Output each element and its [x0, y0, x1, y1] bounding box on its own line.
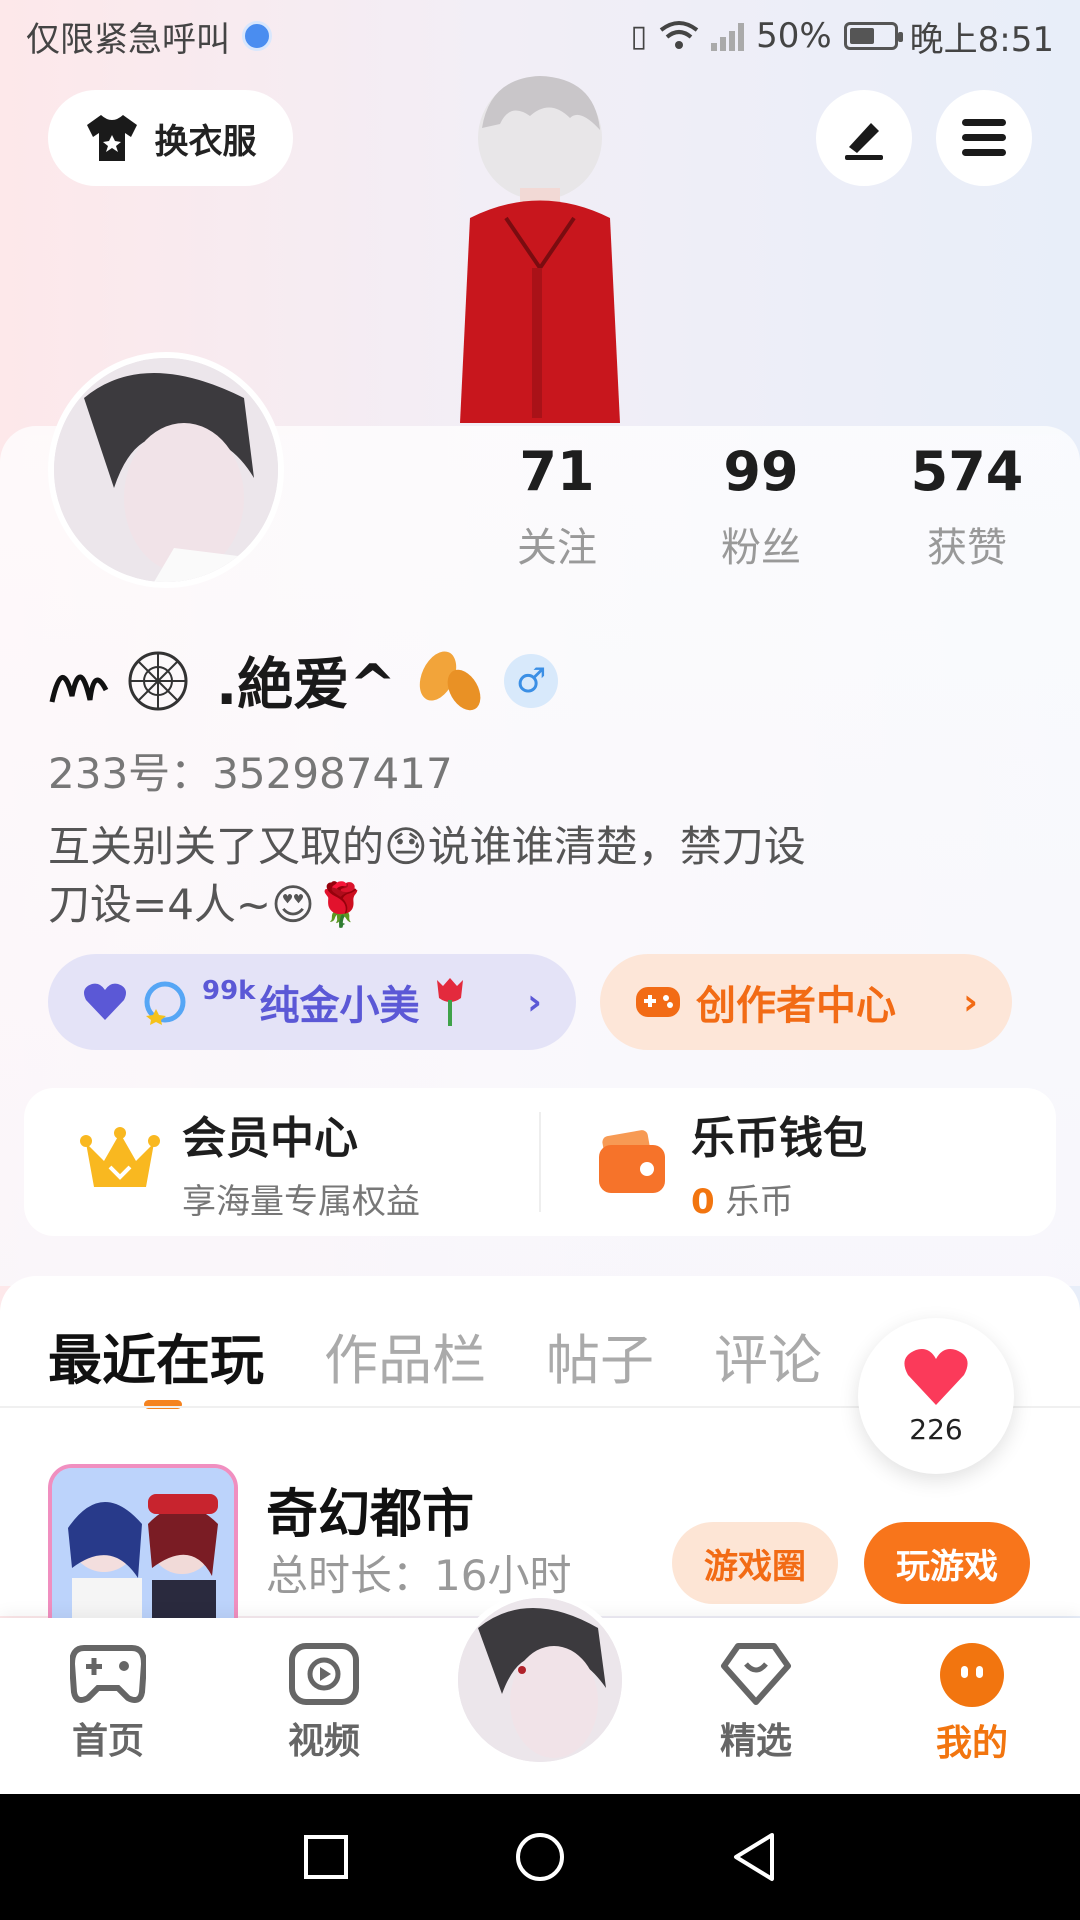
nav-video-label: 视频	[287, 1721, 360, 1762]
game-thumbnail	[48, 1464, 238, 1624]
avatar-image	[54, 358, 278, 582]
vip-wallet-card: 会员中心 享海量专属权益 乐币钱包 0 乐币	[24, 1088, 1056, 1236]
tab-works[interactable]: 作品栏	[324, 1316, 486, 1395]
following-label: 关注	[517, 525, 597, 571]
vip-center-card[interactable]: 会员中心 享海量专属权益	[24, 1088, 539, 1236]
wallet-amount: 0	[691, 1181, 715, 1222]
play-game-button[interactable]: 玩游戏	[864, 1522, 1030, 1604]
game-cover-image	[52, 1468, 234, 1620]
change-outfit-label: 换衣服	[154, 121, 257, 162]
network-globe-icon	[242, 21, 272, 51]
username-row: .絶爱^ ♂	[48, 640, 559, 721]
battery-level	[849, 28, 874, 44]
edit-profile-button[interactable]	[816, 90, 912, 186]
clock: 晚上8:51	[909, 19, 1054, 60]
tab-comments[interactable]: 评论	[714, 1316, 822, 1395]
stat-fans[interactable]: 99 粉丝	[676, 440, 846, 573]
wallet-title: 乐币钱包	[691, 1112, 867, 1164]
game-community-button[interactable]: 游戏圈	[672, 1522, 838, 1604]
like-count: 226	[909, 1412, 963, 1446]
face-icon	[940, 1643, 1004, 1707]
back-triangle-icon[interactable]	[730, 1831, 778, 1883]
vip-center-title: 会员中心	[182, 1112, 358, 1164]
vip-center-text: 会员中心 享海量专属权益	[182, 1102, 420, 1223]
tab-bar: 最近在玩 作品栏 帖子 评论	[48, 1316, 822, 1395]
crown-icon	[80, 1127, 160, 1187]
battery-percent: 50%	[756, 16, 832, 56]
nav-video[interactable]: 视频	[254, 1642, 394, 1764]
status-bar: 仅限紧急呼叫 ▯ 50% 晚上8:51	[0, 0, 1080, 72]
membership-label: 纯金小美	[259, 983, 420, 1029]
wallet-card[interactable]: 乐币钱包 0 乐币	[541, 1088, 1056, 1236]
fans-count: 99	[723, 440, 799, 503]
stat-following[interactable]: 71 关注	[472, 440, 642, 573]
chevron-right-icon: ›	[963, 981, 978, 1023]
gamepad-icon	[70, 1645, 146, 1703]
nav-mine-label: 我的	[935, 1723, 1008, 1764]
bio: 互关别关了又取的😓说谁谁清楚，禁刀设 刀设=4人~😍🌹	[48, 818, 948, 934]
likes-count: 574	[910, 440, 1024, 503]
pen-icon	[845, 123, 883, 160]
wifi-icon	[659, 21, 699, 49]
video-play-icon	[289, 1643, 359, 1705]
change-outfit-button[interactable]: 换衣服	[48, 90, 293, 186]
status-right: ▯ 50% 晚上8:51	[631, 12, 1054, 61]
recent-apps-icon[interactable]	[302, 1833, 350, 1881]
nav-mine[interactable]: 我的	[902, 1642, 1042, 1766]
heart-icon	[84, 983, 126, 1020]
shirt-icon	[86, 115, 137, 161]
avatar[interactable]	[48, 352, 284, 588]
tulip-icon	[437, 978, 464, 1026]
vip-center-subtitle: 享海量专属权益	[182, 1181, 420, 1222]
bio-line-2: 刀设=4人~😍🌹	[48, 880, 368, 929]
tab-recently-played[interactable]: 最近在玩	[48, 1316, 264, 1395]
wallet-unit: 乐币	[725, 1181, 794, 1222]
bio-line-1: 互关别关了又取的😓说谁谁清楚，禁刀设	[48, 822, 806, 871]
likes-label: 获赞	[927, 525, 1007, 571]
battery-icon	[843, 22, 903, 50]
following-count: 71	[519, 440, 595, 503]
status-left: 仅限紧急呼叫	[26, 12, 272, 61]
heart-icon	[904, 1348, 968, 1405]
home-circle-icon[interactable]	[514, 1831, 566, 1883]
membership-level: 99k	[202, 976, 256, 1006]
carrier-text: 仅限紧急呼叫	[26, 19, 230, 60]
hamburger-menu-icon	[962, 119, 1006, 156]
avatar-image	[458, 1598, 622, 1762]
center-avatar-button[interactable]	[452, 1592, 628, 1768]
nav-home-label: 首页	[71, 1721, 144, 1762]
chevron-right-icon: ›	[527, 981, 542, 1023]
user-id[interactable]: 233号：352987417	[48, 740, 453, 801]
tab-posts[interactable]: 帖子	[546, 1316, 654, 1395]
wallet-icon	[599, 1130, 665, 1193]
game-title: 奇幻都市	[266, 1485, 475, 1545]
fans-label: 粉丝	[721, 525, 801, 571]
gamepad-icon	[636, 987, 680, 1017]
menu-button[interactable]	[936, 90, 1032, 186]
stat-likes[interactable]: 574 获赞	[882, 440, 1052, 573]
signal-icon	[711, 21, 745, 51]
nav-featured[interactable]: 精选	[686, 1642, 826, 1764]
nav-home[interactable]: 首页	[38, 1642, 178, 1764]
like-badge[interactable]: 226	[858, 1318, 1014, 1474]
wallet-text: 乐币钱包 0 乐币	[691, 1102, 867, 1223]
wallet-balance: 0 乐币	[691, 1174, 867, 1223]
creator-center-pill[interactable]: 创作者中心 ›	[600, 954, 1012, 1050]
character-3d-model	[460, 76, 620, 423]
membership-pill[interactable]: 99k 纯金小美 ›	[48, 954, 576, 1050]
sparkle-icon	[144, 981, 186, 1025]
creator-center-label: 创作者中心	[696, 983, 896, 1029]
leaf-icon	[420, 650, 481, 710]
signature-logo-icon	[49, 651, 188, 710]
vibrate-icon: ▯	[630, 18, 648, 54]
username: .絶爱^	[216, 653, 397, 718]
system-navigation-bar	[0, 1794, 1080, 1920]
gender-male-badge: ♂	[504, 653, 559, 708]
heart-diamond-icon	[721, 1643, 791, 1705]
nav-featured-label: 精选	[719, 1721, 792, 1762]
